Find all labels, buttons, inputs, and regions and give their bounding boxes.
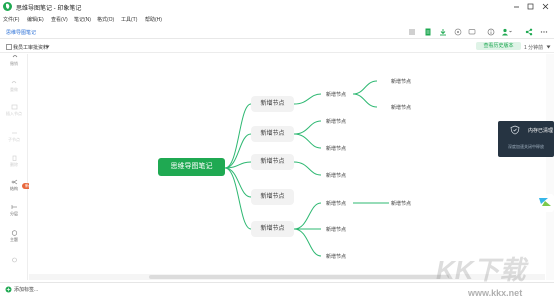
mindmap-sub-node[interactable]: 新增节点 bbox=[326, 145, 346, 152]
delete-icon bbox=[12, 155, 16, 161]
toast-title: 内存已清理 bbox=[528, 128, 554, 134]
mindmap-branch-node[interactable]: 新增节点 bbox=[251, 221, 294, 237]
mindmap-toolbar: 撤销 重做 插入节点 子节点 删除 结构 新功 分层 主题 bbox=[0, 54, 36, 280]
rail-label: 重做 bbox=[10, 87, 18, 92]
mindmap-sub-node[interactable]: 新增节点 bbox=[326, 226, 346, 233]
redo-icon bbox=[11, 81, 16, 84]
menu-note[interactable]: 笔记(N) bbox=[74, 16, 91, 23]
title-bar: 思维导图笔记 - 印象笔记 bbox=[0, 0, 554, 13]
chevron-down-icon[interactable] bbox=[45, 45, 50, 49]
child-node-icon bbox=[11, 132, 17, 134]
menu-tools[interactable]: 工具(T) bbox=[121, 16, 137, 23]
mindmap-leaf-node[interactable]: 新增节点 bbox=[391, 104, 411, 111]
mindmap-branch-node[interactable]: 新增节点 bbox=[251, 96, 294, 112]
mindmap-branch-node[interactable]: 新增节点 bbox=[251, 126, 294, 142]
rail-child-node[interactable]: 子节点 bbox=[2, 130, 26, 143]
add-tag-input[interactable]: 添加标签... bbox=[14, 286, 38, 293]
note-title-link[interactable]: 思维导图笔记 bbox=[6, 29, 36, 36]
note-toolbar: 思维导图笔记 bbox=[0, 25, 554, 39]
watermark-url: www.kkx.net bbox=[468, 288, 523, 298]
version-history-button[interactable]: 查看历史版本 bbox=[476, 42, 521, 50]
floating-widget-icon[interactable] bbox=[536, 194, 554, 212]
note-info-bar: 我员工审批资料 查看历史版本 1 分钟前 bbox=[0, 40, 554, 53]
rail-label: 分层 bbox=[10, 211, 18, 216]
notebook-icon bbox=[6, 44, 12, 50]
rail-label: 主题 bbox=[10, 237, 18, 242]
shield-icon bbox=[510, 125, 520, 135]
rail-label: 撤销 bbox=[10, 61, 18, 66]
download-icon[interactable] bbox=[439, 28, 447, 36]
more-tools-icon bbox=[11, 257, 17, 263]
rail-label: 删除 bbox=[10, 162, 18, 167]
close-button[interactable] bbox=[541, 2, 550, 11]
theme-icon bbox=[11, 230, 17, 236]
rail-more[interactable] bbox=[2, 257, 26, 264]
mindmap-sub-node[interactable]: 新增节点 bbox=[326, 253, 346, 260]
vertical-scrollbar[interactable] bbox=[546, 54, 554, 280]
mindmap-branch-node[interactable]: 新增节点 bbox=[251, 189, 294, 205]
mindmap-leaf-node[interactable]: 新增节点 bbox=[391, 78, 411, 85]
rail-label: 插入节点 bbox=[6, 111, 22, 116]
app-logo-icon bbox=[3, 2, 12, 11]
mindmap-sub-node[interactable]: 新增节点 bbox=[326, 118, 346, 125]
document-icon[interactable] bbox=[424, 28, 432, 36]
menu-file[interactable]: 文件(F) bbox=[3, 16, 19, 23]
mindmap-sub-node[interactable]: 新增节点 bbox=[326, 91, 346, 98]
info-icon[interactable] bbox=[487, 28, 495, 36]
last-edit-time[interactable]: 1 分钟前 bbox=[524, 44, 543, 51]
rail-label: 结构 bbox=[10, 186, 18, 191]
mindmap-branch-node[interactable]: 新增节点 bbox=[251, 154, 294, 170]
watermark-logo: KK下载 bbox=[436, 255, 526, 285]
mindmap-canvas[interactable]: 思维导图笔记 新增节点 新增节点 新增节点 新增节点 新增节点 新增节点 新增节… bbox=[29, 54, 545, 280]
reminder-icon[interactable] bbox=[454, 28, 462, 36]
tag-icon[interactable] bbox=[5, 286, 12, 293]
rail-label: 子节点 bbox=[8, 137, 20, 142]
structure-icon bbox=[11, 179, 17, 185]
mindmap-sub-node[interactable]: 新增节点 bbox=[326, 200, 346, 207]
memory-toast: 内存已清理 深度加速关闭中释放 bbox=[498, 121, 554, 157]
rail-delete[interactable]: 删除 bbox=[2, 155, 26, 168]
menu-bar: 文件(F) 编辑(E) 查看(V) 笔记(N) 格式(O) 工具(T) 帮助(H… bbox=[0, 13, 554, 23]
list-icon[interactable] bbox=[408, 28, 416, 36]
menu-view[interactable]: 查看(V) bbox=[51, 16, 68, 23]
window-title: 思维导图笔记 - 印象笔记 bbox=[16, 6, 82, 12]
menu-format[interactable]: 格式(O) bbox=[97, 16, 114, 23]
share-user-icon[interactable] bbox=[501, 28, 512, 36]
chat-icon[interactable] bbox=[468, 28, 476, 36]
mindmap-leaf-node[interactable]: 新增节点 bbox=[391, 200, 411, 207]
menu-help[interactable]: 帮助(H) bbox=[145, 16, 162, 23]
rail-layer[interactable]: 分层 bbox=[2, 204, 26, 217]
rail-theme[interactable]: 主题 bbox=[2, 230, 26, 243]
rail-redo[interactable]: 重做 bbox=[2, 80, 26, 93]
menu-edit[interactable]: 编辑(E) bbox=[27, 16, 44, 23]
mindmap-root-node[interactable]: 思维导图笔记 bbox=[158, 158, 225, 176]
insert-node-icon bbox=[11, 104, 17, 110]
scrollbar-thumb[interactable] bbox=[149, 275, 449, 279]
chevron-down-icon[interactable] bbox=[546, 45, 551, 49]
rail-insert-node[interactable]: 插入节点 bbox=[2, 104, 26, 117]
more-icon[interactable] bbox=[540, 28, 548, 36]
mindmap-sub-node[interactable]: 新增节点 bbox=[326, 172, 346, 179]
maximize-button[interactable] bbox=[526, 2, 535, 11]
undo-icon bbox=[12, 55, 17, 58]
minimize-button[interactable] bbox=[512, 2, 521, 11]
notebook-selector[interactable]: 我员工审批资料 bbox=[13, 44, 48, 51]
toast-body: 深度加速关闭中释放 bbox=[508, 144, 544, 149]
layer-icon bbox=[11, 205, 17, 209]
share-icon[interactable] bbox=[525, 28, 533, 36]
rail-undo[interactable]: 撤销 bbox=[2, 54, 26, 67]
